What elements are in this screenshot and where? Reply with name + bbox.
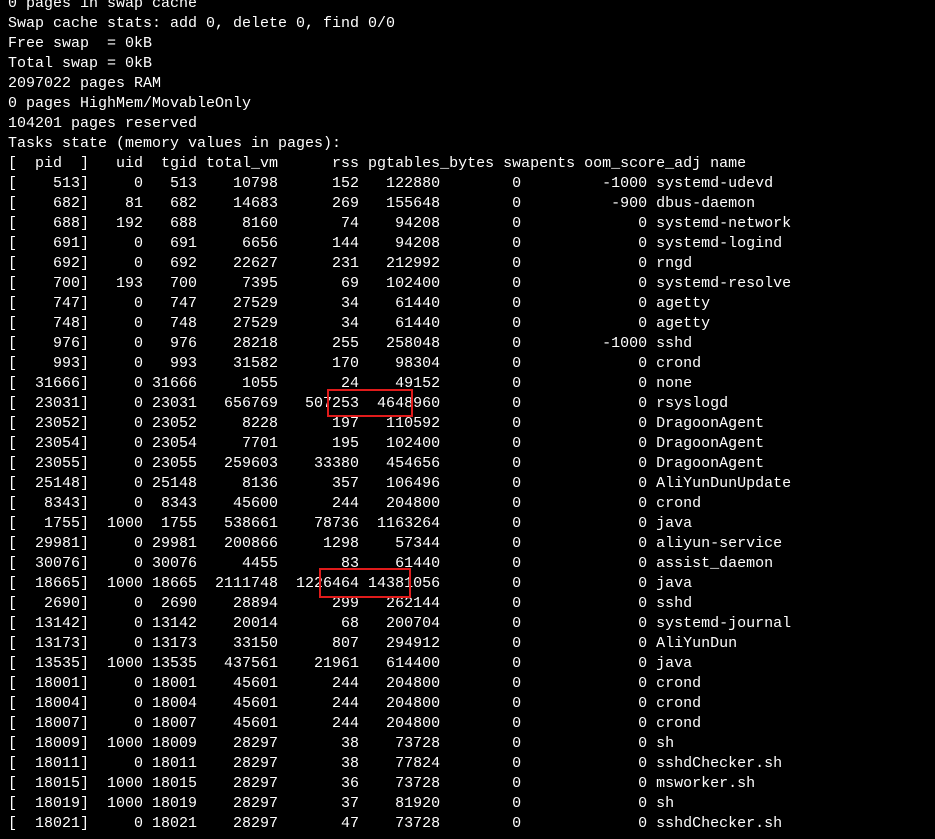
terminal-line: [ 748] 0 748 27529 34 61440 0 0 agetty bbox=[8, 315, 711, 332]
terminal-line: [ 29981] 0 29981 200866 1298 57344 0 0 a… bbox=[8, 535, 783, 552]
terminal-line: [ 700] 193 700 7395 69 102400 0 0 system… bbox=[8, 275, 792, 292]
terminal-line: [ 18019] 1000 18019 28297 37 81920 0 0 s… bbox=[8, 795, 675, 812]
terminal-line: [ 23054] 0 23054 7701 195 102400 0 0 Dra… bbox=[8, 435, 765, 452]
terminal-line: [ 976] 0 976 28218 255 258048 0 -1000 ss… bbox=[8, 335, 693, 352]
terminal-line: 104201 pages reserved bbox=[8, 115, 198, 132]
terminal-line: [ 747] 0 747 27529 34 61440 0 0 agetty bbox=[8, 295, 711, 312]
terminal-line: [ 513] 0 513 10798 152 122880 0 -1000 sy… bbox=[8, 175, 774, 192]
terminal-line: Total swap = 0kB bbox=[8, 55, 153, 72]
terminal-line: [ 23055] 0 23055 259603 33380 454656 0 0… bbox=[8, 455, 765, 472]
terminal-line: [ 18007] 0 18007 45601 244 204800 0 0 cr… bbox=[8, 715, 702, 732]
terminal-line: [ 18011] 0 18011 28297 38 77824 0 0 sshd… bbox=[8, 755, 783, 772]
terminal-line: [ 1755] 1000 1755 538661 78736 1163264 0… bbox=[8, 515, 693, 532]
terminal-line: [ 13535] 1000 13535 437561 21961 614400 … bbox=[8, 655, 693, 672]
terminal-line: [ 23031] 0 23031 656769 507253 4648960 0… bbox=[8, 395, 729, 412]
terminal-line: [ 691] 0 691 6656 144 94208 0 0 systemd-… bbox=[8, 235, 783, 252]
terminal-line: [ 18004] 0 18004 45601 244 204800 0 0 cr… bbox=[8, 695, 702, 712]
terminal-line: [ 23052] 0 23052 8228 197 110592 0 0 Dra… bbox=[8, 415, 765, 432]
terminal-line: [ 692] 0 692 22627 231 212992 0 0 rngd bbox=[8, 255, 693, 272]
terminal-line: [ pid ] uid tgid total_vm rss pgtables_b… bbox=[8, 155, 747, 172]
terminal-line: [ 18009] 1000 18009 28297 38 73728 0 0 s… bbox=[8, 735, 675, 752]
terminal-line: [ 8343] 0 8343 45600 244 204800 0 0 cron… bbox=[8, 495, 702, 512]
terminal-line: [ 688] 192 688 8160 74 94208 0 0 systemd… bbox=[8, 215, 792, 232]
terminal-line: [ 25148] 0 25148 8136 357 106496 0 0 Ali… bbox=[8, 475, 792, 492]
terminal-line: [ 31666] 0 31666 1055 24 49152 0 0 none bbox=[8, 375, 693, 392]
terminal-line: [ 18001] 0 18001 45601 244 204800 0 0 cr… bbox=[8, 675, 702, 692]
terminal-line: [ 993] 0 993 31582 170 98304 0 0 crond bbox=[8, 355, 702, 372]
terminal-line: 0 pages HighMem/MovableOnly bbox=[8, 95, 252, 112]
terminal-output: 0 pages in swap cache Swap cache stats: a… bbox=[8, 0, 791, 834]
terminal-line: [ 13142] 0 13142 20014 68 200704 0 0 sys… bbox=[8, 615, 792, 632]
terminal-line: [ 2690] 0 2690 28894 299 262144 0 0 sshd bbox=[8, 595, 693, 612]
terminal-line: [ 18665] 1000 18665 2111748 1226464 1438… bbox=[8, 575, 693, 592]
terminal-window[interactable]: 0 pages in swap cache Swap cache stats: a… bbox=[0, 0, 935, 839]
terminal-line: [ 30076] 0 30076 4455 83 61440 0 0 assis… bbox=[8, 555, 774, 572]
terminal-line: [ 18015] 1000 18015 28297 36 73728 0 0 m… bbox=[8, 775, 756, 792]
terminal-line: Swap cache stats: add 0, delete 0, find … bbox=[8, 15, 396, 32]
terminal-line: [ 18021] 0 18021 28297 47 73728 0 0 sshd… bbox=[8, 815, 783, 832]
terminal-line: 0 pages in swap cache bbox=[8, 0, 198, 12]
terminal-line: 2097022 pages RAM bbox=[8, 75, 162, 92]
terminal-line: Free swap = 0kB bbox=[8, 35, 153, 52]
terminal-line: [ 682] 81 682 14683 269 155648 0 -900 db… bbox=[8, 195, 756, 212]
terminal-line: Tasks state (memory values in pages): bbox=[8, 135, 342, 152]
terminal-line: [ 13173] 0 13173 33150 807 294912 0 0 Al… bbox=[8, 635, 738, 652]
